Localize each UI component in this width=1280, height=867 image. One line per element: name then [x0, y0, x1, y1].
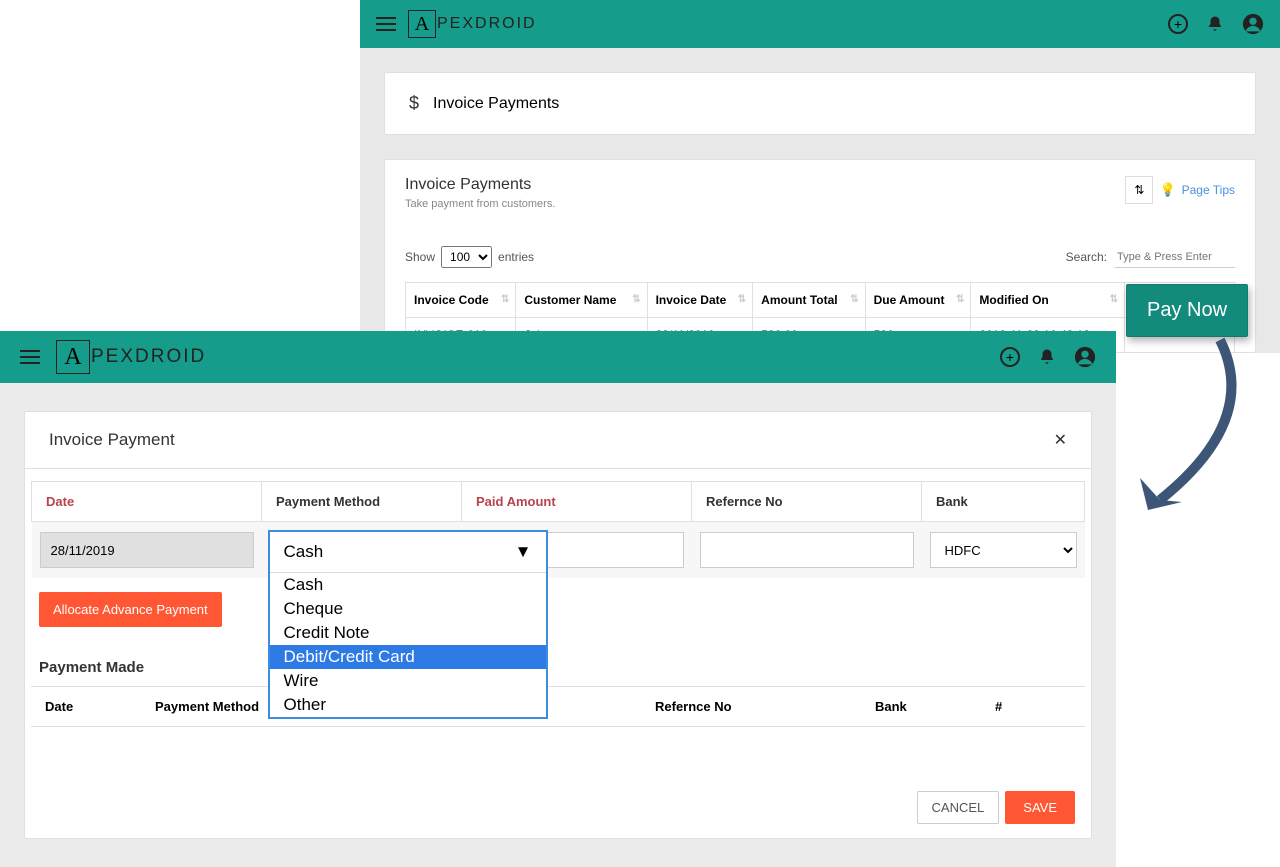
col-invoice-date[interactable]: Invoice Date⇅	[647, 283, 753, 318]
made-col-reference: Refernce No	[641, 687, 861, 727]
page-title: Invoice Payments	[433, 95, 559, 113]
col-modified-on[interactable]: Modified On⇅	[971, 283, 1125, 318]
option-credit-note[interactable]: Credit Note	[270, 621, 546, 645]
payment-made-title: Payment Made	[39, 659, 1085, 676]
lightbulb-icon: 💡	[1159, 182, 1175, 198]
modal-title: Invoice Payment	[49, 430, 175, 450]
payment-method-dropdown: Cash▼ Cash Cheque Credit Note Debit/Cred…	[268, 530, 548, 719]
menu-toggle-icon[interactable]	[376, 17, 396, 31]
cancel-button[interactable]: CANCEL	[917, 791, 1000, 824]
page-title-card: $ Invoice Payments	[384, 72, 1256, 135]
top-header-front: A PEXDROID +	[0, 331, 1116, 383]
dropdown-selected[interactable]: Cash▼	[270, 532, 546, 573]
allocate-advance-button[interactable]: Allocate Advance Payment	[39, 592, 222, 627]
col-amount-total[interactable]: Amount Total⇅	[753, 283, 865, 318]
search-input[interactable]	[1115, 247, 1235, 268]
option-cheque[interactable]: Cheque	[270, 597, 546, 621]
bell-icon[interactable]	[1038, 348, 1056, 366]
bank-select[interactable]: HDFC	[930, 532, 1077, 568]
header-payment-method: Payment Method	[262, 482, 462, 522]
made-col-hash: #	[981, 687, 1085, 727]
option-other[interactable]: Other	[270, 693, 546, 717]
top-header-back: A PEXDROID +	[360, 0, 1280, 48]
payment-made-table: Date Payment Method Paid Amount Refernce…	[31, 686, 1085, 727]
header-reference: Refernce No	[692, 482, 922, 522]
section-subtitle: Take payment from customers.	[405, 198, 555, 210]
brand-logo: A PEXDROID	[408, 10, 537, 38]
option-debit-credit[interactable]: Debit/Credit Card	[270, 645, 546, 669]
col-invoice-code[interactable]: Invoice Code⇅	[406, 283, 516, 318]
option-cash[interactable]: Cash	[270, 573, 546, 597]
user-icon[interactable]	[1074, 346, 1096, 368]
col-customer-name[interactable]: Customer Name⇅	[516, 283, 647, 318]
entries-select[interactable]: 100	[441, 246, 492, 268]
arrow-annotation	[1100, 330, 1270, 530]
made-col-bank: Bank	[861, 687, 981, 727]
invoice-payment-modal: Invoice Payment ✕ Date Payment Method Pa…	[24, 411, 1092, 839]
header-bank: Bank	[922, 482, 1085, 522]
dollar-icon: $	[409, 93, 419, 114]
filter-button[interactable]: ⇅	[1125, 176, 1153, 204]
made-col-date: Date	[31, 687, 141, 727]
reference-field[interactable]	[700, 532, 914, 568]
col-due-amount[interactable]: Due Amount⇅	[865, 283, 971, 318]
brand-logo: A PEXDROID	[56, 340, 206, 374]
user-icon[interactable]	[1242, 13, 1264, 35]
menu-toggle-icon[interactable]	[20, 350, 40, 364]
payment-form-table: Date Payment Method Paid Amount Refernce…	[31, 481, 1085, 578]
header-date: Date	[32, 482, 262, 522]
close-icon[interactable]: ✕	[1054, 430, 1067, 450]
search-label: Search:	[1066, 250, 1107, 264]
save-button[interactable]: SAVE	[1005, 791, 1075, 824]
option-wire[interactable]: Wire	[270, 669, 546, 693]
add-icon[interactable]: +	[1168, 14, 1188, 34]
date-field[interactable]	[40, 532, 254, 568]
section-title: Invoice Payments	[405, 176, 555, 194]
entries-label: entries	[498, 250, 534, 264]
page-tips-link[interactable]: Page Tips	[1182, 183, 1235, 197]
add-icon[interactable]: +	[1000, 347, 1020, 367]
bell-icon[interactable]	[1206, 15, 1224, 33]
show-label: Show	[405, 250, 435, 264]
header-paid-amount: Paid Amount	[462, 482, 692, 522]
